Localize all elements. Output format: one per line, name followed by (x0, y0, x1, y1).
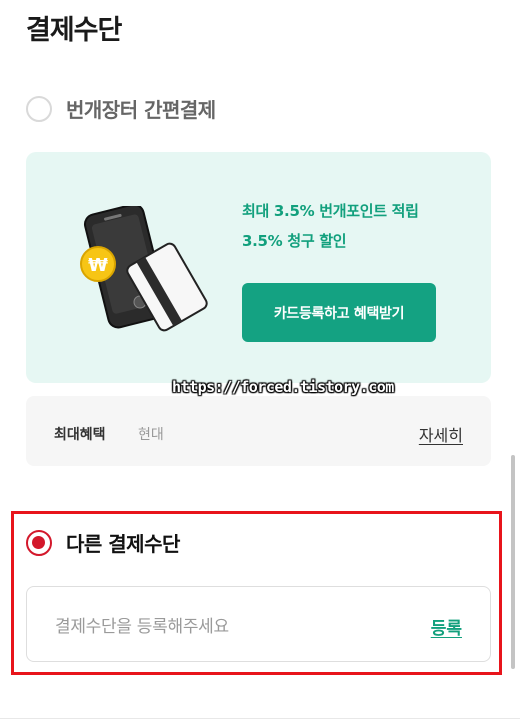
watermark-text: https://forced.tistory.com (172, 378, 394, 396)
register-card-button[interactable]: 카드등록하고 혜택받기 (242, 283, 436, 342)
easy-pay-radio[interactable] (26, 95, 52, 122)
easy-pay-option[interactable]: 번개장터 간편결제 (26, 94, 216, 123)
phone-card-illustration: ₩ (80, 206, 208, 332)
easy-pay-label: 번개장터 간편결제 (66, 98, 216, 122)
won-coin-icon: ₩ (80, 246, 116, 282)
highlight-box (11, 511, 502, 675)
divider (0, 718, 520, 719)
scrollbar[interactable] (511, 455, 515, 669)
page-title: 결제수단 (26, 15, 122, 46)
benefit-card-value: 현대 (138, 427, 164, 443)
promo-banner: ₩ 최대 3.5% 번개포인트 적립 3.5% 청구 할인 카드등록하고 혜택받… (26, 152, 491, 383)
benefit-panel: 최대혜택 현대 자세히 (26, 396, 491, 466)
benefit-label: 최대혜택 (54, 427, 106, 443)
benefit-details-link[interactable]: 자세히 (419, 422, 463, 446)
promo-discount-text: 3.5% 청구 할인 (242, 232, 347, 250)
svg-text:₩: ₩ (88, 255, 108, 276)
promo-point-text: 최대 3.5% 번개포인트 적립 (242, 202, 419, 220)
